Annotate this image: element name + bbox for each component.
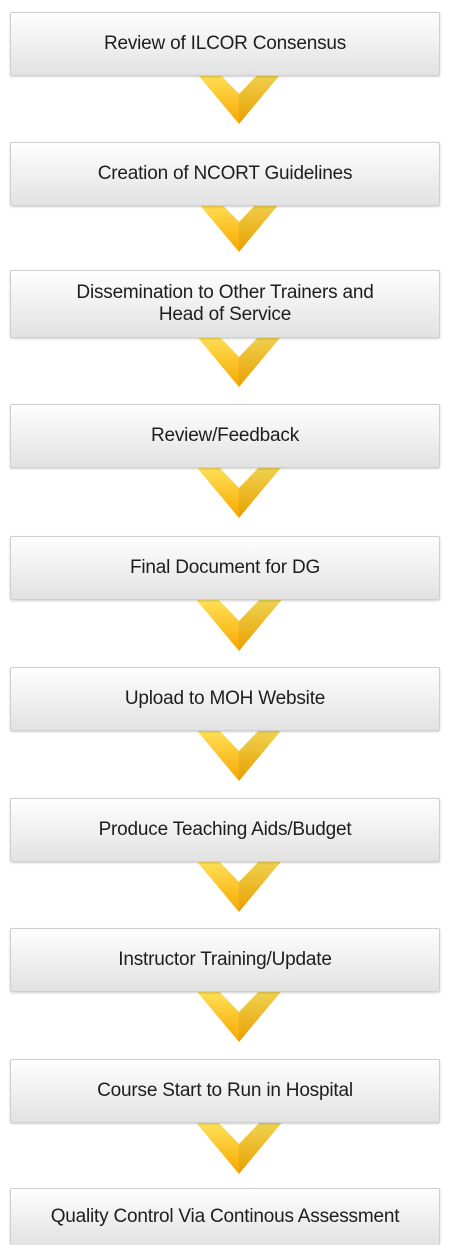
step-label: Course Start to Run in Hospital (97, 1080, 353, 1101)
step-box-3: Dissemination to Other Trainers and Head… (10, 270, 440, 338)
process-flowchart: Review of ILCOR Consensus Creation of NC… (0, 0, 450, 1245)
step-label: Dissemination to Other Trainers and Head… (76, 282, 374, 325)
chevron-down-arrow-icon (194, 1120, 284, 1174)
chevron-down-arrow-icon (194, 464, 284, 518)
step-label: Review/Feedback (150, 425, 300, 446)
step-box-8: Instructor Training/Update (10, 928, 440, 992)
step-label: Upload to MOH Website (124, 688, 326, 709)
chevron-down-arrow-icon (194, 70, 284, 124)
step-label: Final Document for DG (129, 557, 321, 578)
step-label: Quality Control Via Continous Assessment (50, 1206, 400, 1227)
step-box-7: Produce Teaching Aids/Budget (10, 798, 440, 862)
step-box-9: Course Start to Run in Hospital (10, 1059, 440, 1123)
step-box-10: Quality Control Via Continous Assessment (10, 1188, 440, 1245)
step-box-1: Review of ILCOR Consensus (10, 12, 440, 76)
step-box-6: Upload to MOH Website (10, 667, 440, 731)
chevron-down-arrow-icon (194, 597, 284, 651)
chevron-down-arrow-icon (194, 333, 284, 387)
step-label: Produce Teaching Aids/Budget (98, 819, 352, 840)
step-box-4: Review/Feedback (10, 404, 440, 468)
step-label: Creation of NCORT Guidelines (97, 163, 353, 184)
step-label: Instructor Training/Update (118, 949, 332, 970)
step-label: Review of ILCOR Consensus (103, 33, 347, 54)
chevron-down-arrow-icon (194, 858, 284, 912)
step-box-5: Final Document for DG (10, 536, 440, 600)
chevron-down-arrow-icon (194, 198, 284, 252)
chevron-down-arrow-icon (194, 727, 284, 781)
chevron-down-arrow-icon (194, 988, 284, 1042)
step-box-2: Creation of NCORT Guidelines (10, 142, 440, 206)
